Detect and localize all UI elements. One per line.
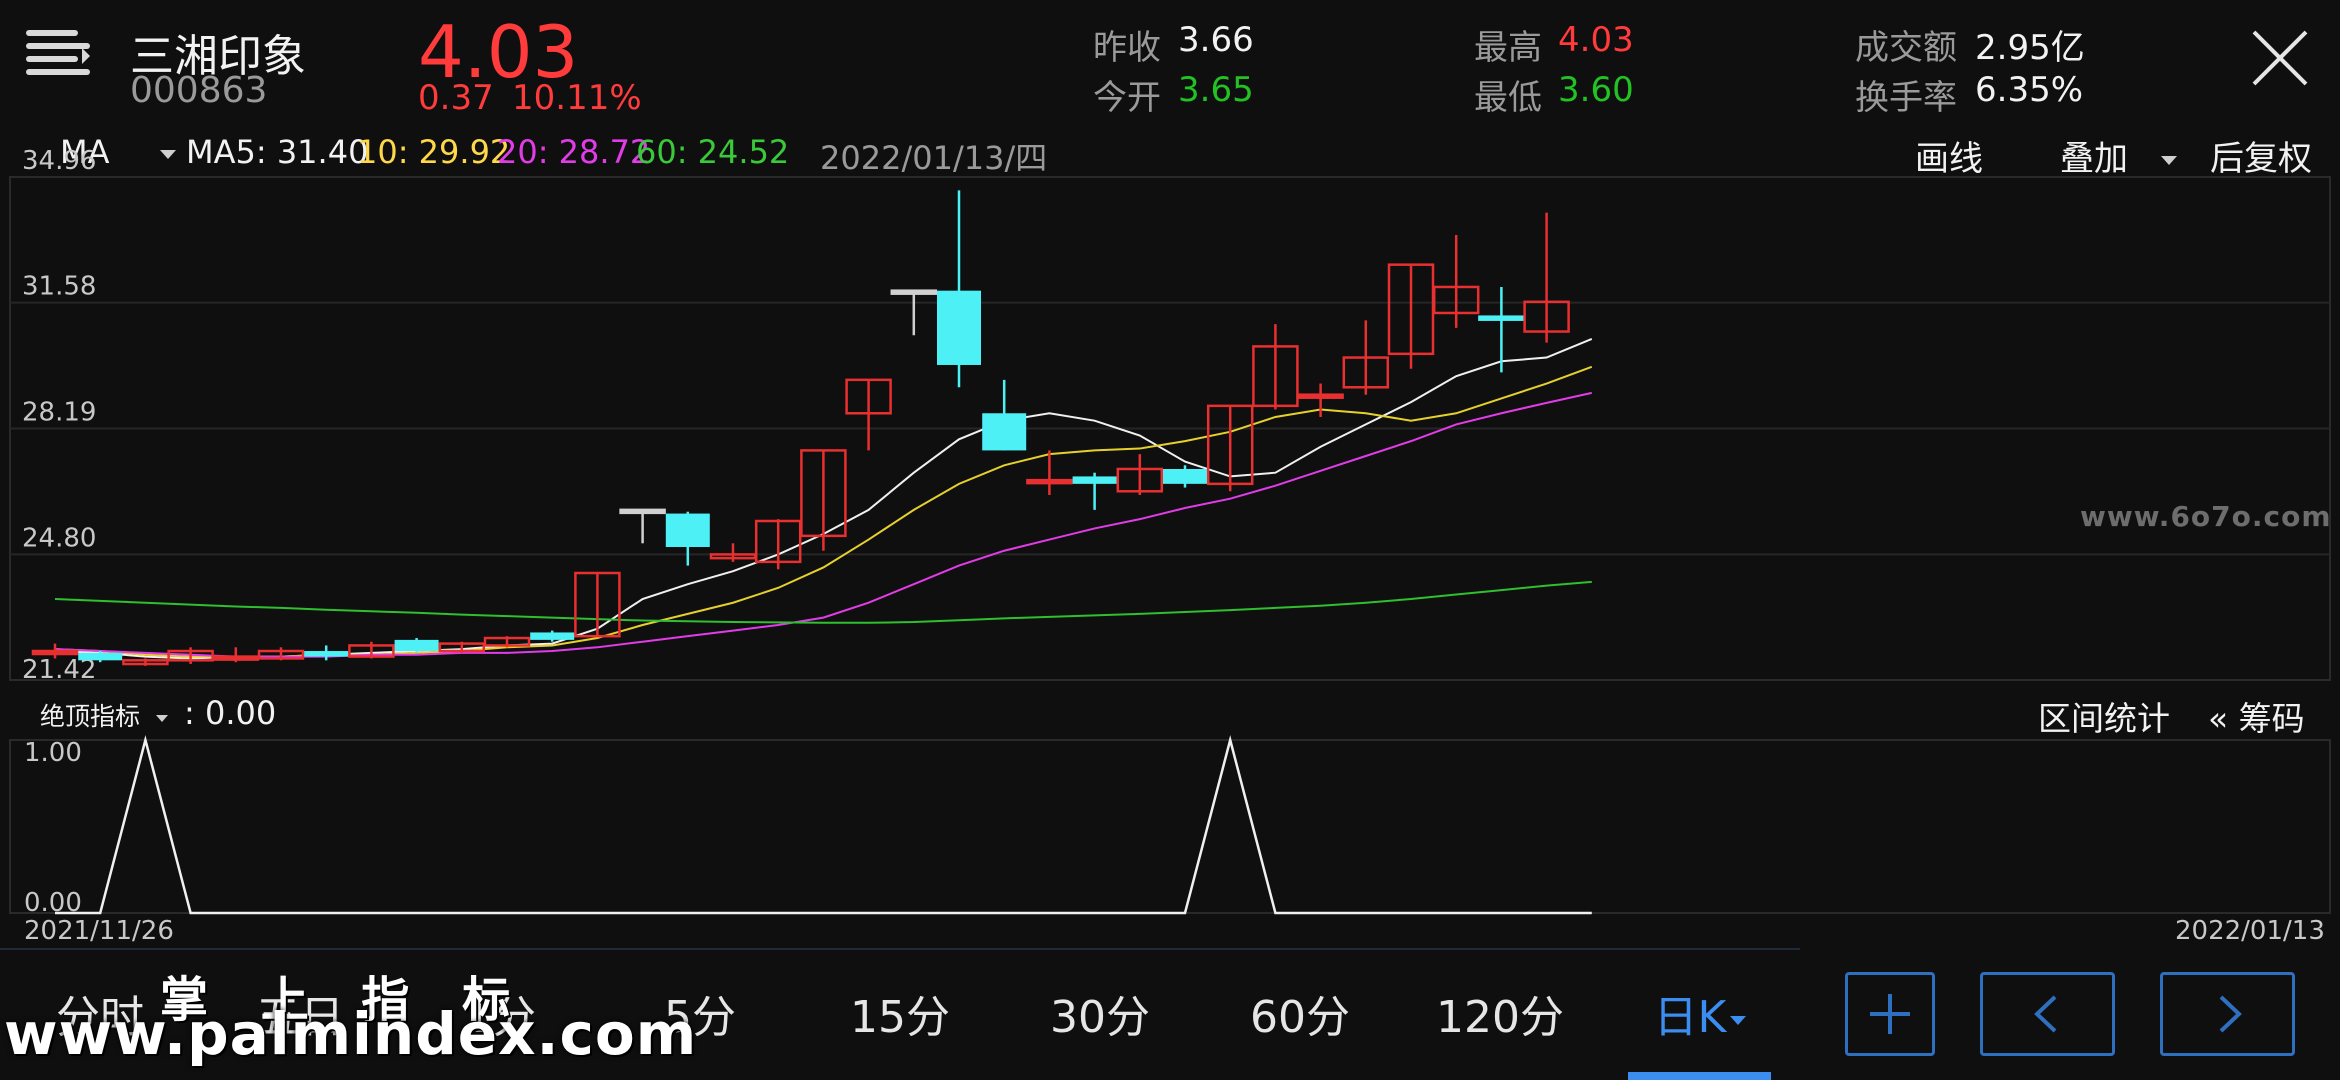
- tab-30min[interactable]: 30分: [1040, 955, 1160, 1080]
- prev-button[interactable]: [1980, 972, 2115, 1056]
- y-tick-label: 28.19: [22, 398, 96, 428]
- candle-body: [665, 513, 710, 548]
- sub-chart-frame: [9, 739, 2331, 914]
- next-button[interactable]: [2160, 972, 2295, 1056]
- candle-body: [982, 413, 1027, 451]
- zoom-in-button[interactable]: [1845, 972, 1935, 1056]
- candle-body: [394, 639, 439, 652]
- tab-120min[interactable]: 120分: [1430, 955, 1570, 1080]
- sub-y-top: 1.00: [24, 738, 82, 768]
- chevron-left-icon: [2034, 995, 2057, 1033]
- y-tick-label: 24.80: [22, 523, 96, 553]
- candle-body: [304, 651, 349, 657]
- sub-y-bottom: 0.00: [24, 888, 82, 918]
- candle-body: [1478, 315, 1525, 321]
- candle-body: [530, 632, 575, 640]
- interval-stats-button[interactable]: 区间统计: [2038, 692, 2170, 740]
- main-grid: [9, 176, 2331, 681]
- chevron-right-icon: [2219, 995, 2242, 1033]
- candle-body: [1072, 476, 1117, 484]
- chevron-down-icon: [1730, 1015, 1747, 1025]
- chips-button[interactable]: « 筹码: [2208, 692, 2305, 740]
- candle-body: [619, 508, 666, 515]
- candle-body: [212, 655, 260, 661]
- y-tick-label: 31.58: [22, 272, 96, 302]
- sub-indicator-line: [55, 735, 1592, 915]
- active-tab-indicator: [1628, 1072, 1771, 1080]
- tab-60min[interactable]: 60分: [1240, 955, 1360, 1080]
- candle-body: [78, 652, 123, 661]
- candle-body: [31, 649, 79, 656]
- date-end: 2022/01/13: [2175, 916, 2325, 946]
- watermark: www.palmindex.com: [4, 1000, 698, 1068]
- tab-daily-k[interactable]: 日K: [1640, 955, 1760, 1080]
- sub-grid: [9, 739, 2331, 914]
- kline-chart[interactable]: 34.9631.5828.1924.8021.42: [0, 0, 2340, 1080]
- candle-body: [1026, 478, 1073, 485]
- tab-15min[interactable]: 15分: [840, 955, 960, 1080]
- sub-indicator-select[interactable]: 绝顶指标: [40, 697, 168, 733]
- tab-daily-k-label: 日K: [1653, 992, 1727, 1043]
- sub-indicator-label: 绝顶指标: [40, 702, 141, 731]
- candle-body: [1163, 468, 1207, 484]
- chevron-down-icon: [155, 714, 168, 722]
- date-start: 2021/11/26: [24, 916, 174, 946]
- site-watermark: www.6o7o.com: [2080, 500, 2332, 533]
- sub-indicator-value: : 0.00: [184, 694, 277, 732]
- tab-divider: [0, 948, 1800, 950]
- plus-icon: [1870, 994, 1910, 1034]
- candle-body: [890, 289, 938, 295]
- candle-body: [1297, 393, 1344, 399]
- main-y-ticks: 34.9631.5828.1924.8021.42: [22, 146, 96, 685]
- y-tick-label: 34.96: [22, 146, 96, 176]
- candle-body: [937, 290, 981, 365]
- sub-indicator-polyline: [55, 735, 1592, 915]
